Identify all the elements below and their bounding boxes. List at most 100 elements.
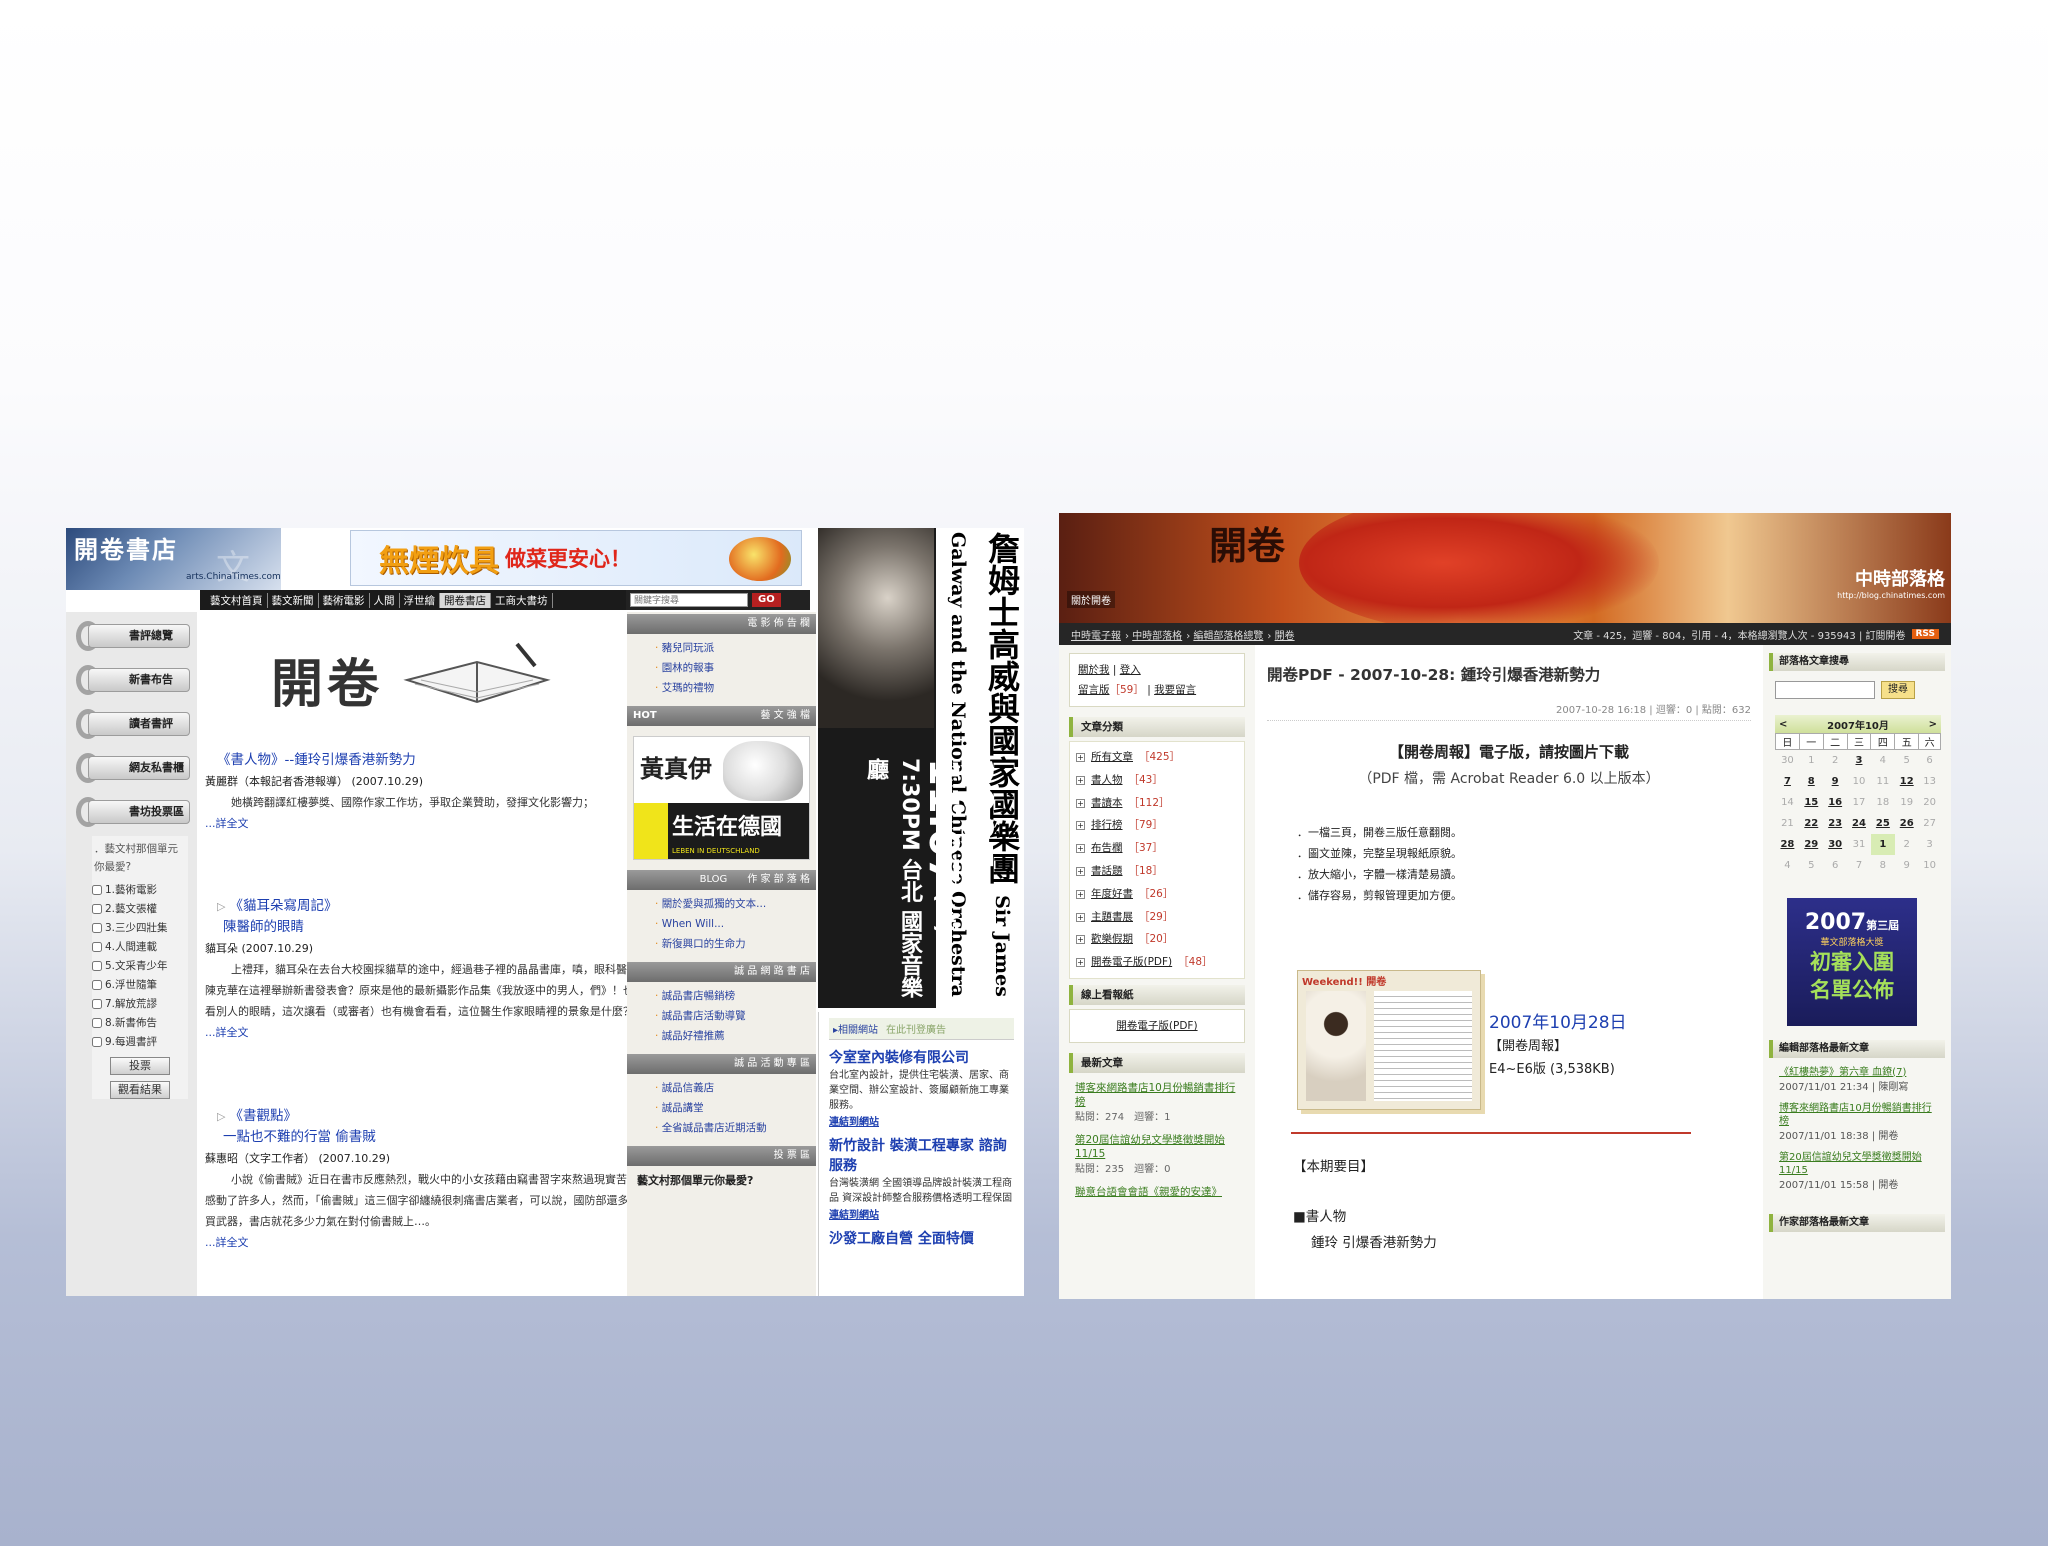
expand-icon[interactable]: + — [1076, 753, 1085, 762]
ad-title[interactable]: 沙發工廠自營 全面特價 — [829, 1229, 1014, 1249]
search-input[interactable] — [630, 593, 748, 607]
blog-award-banner[interactable]: 2007第三屆 華文部落格大獎 初審入圍 名單公佈 — [1787, 897, 1917, 1026]
list-item[interactable]: 誠品好禮推薦 — [655, 1026, 816, 1046]
article-title[interactable]: 一點也不難的行當 偷書賊 — [205, 1127, 675, 1148]
recent-post-title[interactable]: 第20屆信誼幼兒文學獎徵獎開始11/15 — [1075, 1133, 1239, 1161]
concert-poster[interactable]: 詹姆士高威與國家國樂團 Sir James Galway and the Nat… — [818, 528, 1024, 1008]
category-item[interactable]: + 歡樂假期 ［20］ — [1076, 928, 1238, 951]
category-name[interactable]: 書話題 — [1091, 865, 1123, 877]
category-name[interactable]: 開卷電子版(PDF) — [1091, 956, 1172, 968]
poll-checkbox[interactable] — [92, 884, 102, 895]
menu-new-books[interactable]: 新書布告 — [76, 660, 197, 700]
nav-item-renjian[interactable]: 人間 — [370, 592, 400, 608]
search-input[interactable] — [1775, 681, 1875, 699]
poll-checkbox[interactable] — [92, 941, 102, 952]
list-item[interactable]: 誠品書店活動導覽 — [655, 1006, 816, 1026]
poll-checkbox[interactable] — [92, 903, 102, 914]
calendar-today[interactable]: 1 — [1870, 833, 1895, 855]
expand-icon[interactable]: + — [1076, 798, 1085, 808]
calendar-day-link[interactable]: 25 — [1871, 813, 1895, 834]
category-name[interactable]: 所有文章 — [1091, 751, 1133, 763]
poll-option[interactable]: 1.藝術電影 — [92, 880, 188, 899]
nav-item-news[interactable]: 藝文新聞 — [268, 592, 319, 608]
list-item[interactable]: 艾瑪的禮物 — [655, 678, 816, 698]
about-me-link[interactable]: 關於我 — [1078, 664, 1110, 676]
category-item[interactable]: + 排行榜 ［79］ — [1076, 814, 1238, 837]
poll-option[interactable]: 6.浮世隨筆 — [92, 975, 188, 994]
poll-checkbox[interactable] — [92, 922, 102, 933]
category-name[interactable]: 書讀本 — [1091, 797, 1123, 809]
menu-private-shelf[interactable]: 網友私書櫃 — [76, 748, 197, 788]
search-button[interactable]: 搜尋 — [1881, 681, 1915, 699]
read-more-link[interactable]: ...詳全文 — [205, 813, 675, 834]
breadcrumb-item[interactable]: 編輯部落格總覽 — [1193, 631, 1263, 642]
recent-post-title[interactable]: 聯意台語會會語《親愛的安達》 — [1075, 1185, 1239, 1199]
ad-link[interactable]: 連結到網站 — [829, 1206, 1014, 1221]
article-title[interactable]: 陳醫師的眼睛 — [205, 917, 675, 938]
list-item[interactable]: 誠品信義店 — [655, 1078, 816, 1098]
expand-icon[interactable]: + — [1076, 775, 1085, 785]
menu-book-reviews[interactable]: 書評總覽 — [76, 616, 197, 656]
article-title[interactable]: 《書人物》--鍾玲引爆香港新勢力 — [205, 750, 675, 771]
leave-message-link[interactable]: 我要留言 — [1154, 684, 1196, 696]
menu-poll[interactable]: 書坊投票區 — [76, 792, 197, 832]
view-results-button[interactable]: 觀看結果 — [110, 1081, 170, 1099]
ad-link[interactable]: 連結到網站 — [829, 1113, 1014, 1128]
expand-icon[interactable]: + — [1076, 866, 1085, 876]
category-name[interactable]: 書人物 — [1091, 774, 1123, 786]
search-go-button[interactable]: GO — [752, 593, 781, 607]
list-item[interactable]: 豬兒同玩派 — [655, 638, 816, 658]
ad-banner[interactable]: 無煙炊具 做菜更安心！ — [350, 530, 802, 586]
poll-option[interactable]: 4.人間連載 — [92, 937, 188, 956]
rss-button[interactable]: RSS — [1911, 629, 1939, 639]
category-item[interactable]: + 書人物 ［43］ — [1076, 769, 1238, 792]
calendar-day-link[interactable]: 16 — [1823, 792, 1847, 813]
category-name[interactable]: 主題書展 — [1091, 911, 1133, 923]
list-item[interactable]: 關於愛與孤獨的文本... — [655, 894, 816, 914]
pdf-date[interactable]: 2007年10月28日 — [1489, 1012, 1627, 1035]
category-item[interactable]: + 書讀本 ［112］ — [1076, 792, 1238, 815]
about-link[interactable]: 關於開卷 — [1067, 591, 1115, 608]
category-item[interactable]: + 書話題 ［18］ — [1076, 860, 1238, 883]
poll-checkbox[interactable] — [92, 979, 102, 990]
category-name[interactable]: 排行榜 — [1091, 819, 1123, 831]
calendar-day-link[interactable]: 23 — [1823, 813, 1847, 834]
list-item[interactable]: 誠品講堂 — [655, 1098, 816, 1118]
category-name[interactable]: 歡樂假期 — [1091, 933, 1133, 945]
nav-item-home[interactable]: 藝文村首頁 — [206, 592, 268, 608]
menu-reader-reviews[interactable]: 讀者書評 — [76, 704, 197, 744]
editor-post-title[interactable]: 第20屆信誼幼兒文學獎徵獎開始11/15 — [1779, 1151, 1935, 1177]
calendar-day-link[interactable]: 15 — [1799, 792, 1823, 813]
vote-button[interactable]: 投票 — [110, 1057, 170, 1075]
expand-icon[interactable]: + — [1076, 935, 1085, 945]
guestbook-link[interactable]: 留言版 — [1078, 684, 1110, 696]
list-item[interactable]: When Will... — [655, 914, 816, 934]
nav-item-fushihui[interactable]: 浮世繪 — [400, 592, 440, 608]
category-item[interactable]: + 布告欄 ［37］ — [1076, 837, 1238, 860]
category-item[interactable]: + 年度好書 ［26］ — [1076, 883, 1238, 906]
list-item[interactable]: 新復興口的生命力 — [655, 934, 816, 954]
ad-title[interactable]: 新竹設計 裝潢工程專家 諮詢服務 — [829, 1136, 1014, 1176]
poll-checkbox[interactable] — [92, 960, 102, 971]
poll-checkbox[interactable] — [92, 1036, 102, 1047]
login-link[interactable]: 登入 — [1120, 664, 1141, 676]
list-item[interactable]: 園林的報事 — [655, 658, 816, 678]
poll-option[interactable]: 3.三少四壯集 — [92, 918, 188, 937]
breadcrumb-item[interactable]: 中時部落格 — [1132, 631, 1182, 642]
editor-post-title[interactable]: 《紅樓熱夢》第六章 血鐐(7) — [1779, 1066, 1935, 1079]
calendar-day-link[interactable]: 24 — [1847, 813, 1871, 834]
list-item[interactable]: 誠品書店暢銷榜 — [655, 986, 816, 1006]
calendar-day-link[interactable]: 22 — [1799, 813, 1823, 834]
expand-icon[interactable]: + — [1076, 821, 1085, 831]
article-column[interactable]: 《書觀點》 — [229, 1108, 297, 1124]
site-logo[interactable]: 開卷書店 文村 arts.ChinaTimes.com — [66, 528, 281, 637]
calendar-day-link[interactable]: 3 — [1847, 750, 1871, 771]
calendar-day-link[interactable]: 9 — [1823, 771, 1847, 792]
calendar-day-link[interactable]: 29 — [1799, 834, 1823, 855]
calendar-day-link[interactable]: 30 — [1823, 834, 1847, 855]
expand-icon[interactable]: + — [1076, 844, 1085, 854]
read-more-link[interactable]: ...詳全文 — [205, 1232, 675, 1253]
category-item[interactable]: + 所有文章 ［425］ — [1076, 746, 1238, 769]
article-column[interactable]: 《貓耳朵寫周記》 — [229, 898, 337, 914]
calendar-day-link[interactable]: 7 — [1776, 771, 1800, 792]
